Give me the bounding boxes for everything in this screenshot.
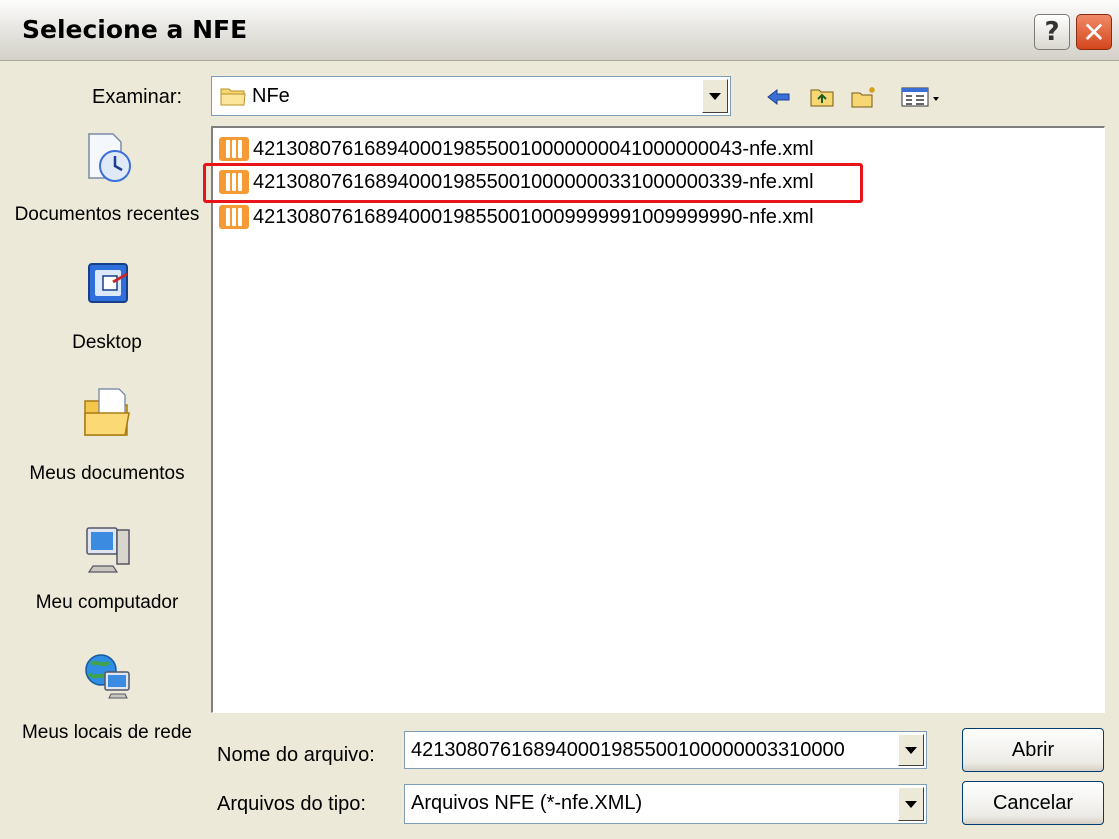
- place-recent-documents[interactable]: Documentos recentes: [12, 128, 202, 258]
- file-name: 4213080761689400019855001000000004100000…: [253, 137, 814, 160]
- cancel-button[interactable]: Cancelar: [962, 781, 1104, 825]
- desktop-icon: [88, 263, 128, 303]
- filename-dropdown-button[interactable]: [898, 734, 924, 766]
- close-icon: ✕: [1082, 15, 1106, 49]
- new-folder-icon[interactable]: [850, 84, 878, 110]
- title-bar[interactable]: Selecione a NFE ? ✕: [0, 0, 1119, 61]
- view-menu-icon[interactable]: [900, 84, 944, 110]
- filetype-label: Arquivos do tipo:: [217, 793, 366, 815]
- place-network[interactable]: Meus locais de rede: [12, 650, 202, 780]
- place-label: Desktop: [72, 332, 142, 353]
- back-arrow-icon[interactable]: [765, 84, 793, 110]
- chevron-down-icon: [905, 746, 917, 754]
- lookin-label: Examinar:: [92, 86, 183, 108]
- xml-file-icon: [219, 205, 249, 229]
- place-label: Meus locais de rede: [21, 722, 193, 743]
- open-button[interactable]: Abrir: [962, 728, 1104, 772]
- lookin-combo[interactable]: NFe: [211, 76, 731, 116]
- close-button[interactable]: ✕: [1076, 14, 1112, 50]
- filename-input[interactable]: 421308076168940001985500100000003310000: [411, 739, 891, 762]
- place-desktop[interactable]: Desktop: [12, 258, 202, 358]
- filename-label: Nome do arquivo:: [217, 744, 375, 766]
- filetype-combo[interactable]: Arquivos NFE (*-nfe.XML): [404, 784, 927, 824]
- file-list[interactable]: 4213080761689400019855001000000004100000…: [211, 126, 1105, 713]
- help-icon: ?: [1044, 17, 1060, 47]
- place-my-documents[interactable]: Meus documentos: [12, 385, 202, 515]
- list-item[interactable]: 4213080761689400019855001000999999100999…: [219, 202, 814, 232]
- highlight-annotation: [203, 163, 863, 203]
- up-folder-icon[interactable]: [808, 84, 836, 110]
- filename-combo[interactable]: 421308076168940001985500100000003310000: [404, 731, 927, 769]
- help-button[interactable]: ?: [1034, 14, 1070, 50]
- place-label: Meus documentos: [29, 463, 185, 484]
- place-my-computer[interactable]: Meu computador: [12, 524, 202, 624]
- network-places-icon: [85, 654, 130, 699]
- chevron-down-icon: [709, 92, 721, 100]
- my-documents-icon: [84, 388, 130, 436]
- chevron-down-icon: [905, 800, 917, 808]
- folder-icon: [220, 88, 246, 106]
- recent-documents-icon: [88, 133, 131, 182]
- lookin-dropdown-button[interactable]: [702, 79, 728, 113]
- dialog-title: Selecione a NFE: [22, 15, 248, 44]
- file-name: 4213080761689400019855001000999999100999…: [253, 205, 814, 228]
- place-label: Meu computador: [35, 592, 179, 613]
- place-label: Documentos recentes: [14, 204, 200, 225]
- my-computer-icon: [86, 527, 130, 573]
- filetype-value: Arquivos NFE (*-nfe.XML): [411, 792, 643, 814]
- list-item[interactable]: 4213080761689400019855001000000004100000…: [219, 134, 814, 164]
- lookin-value: NFe: [252, 85, 290, 107]
- filetype-dropdown-button[interactable]: [898, 787, 924, 821]
- xml-file-icon: [219, 137, 249, 161]
- open-file-dialog: Selecione a NFE ? ✕ Examinar: NFe Docume…: [0, 0, 1119, 839]
